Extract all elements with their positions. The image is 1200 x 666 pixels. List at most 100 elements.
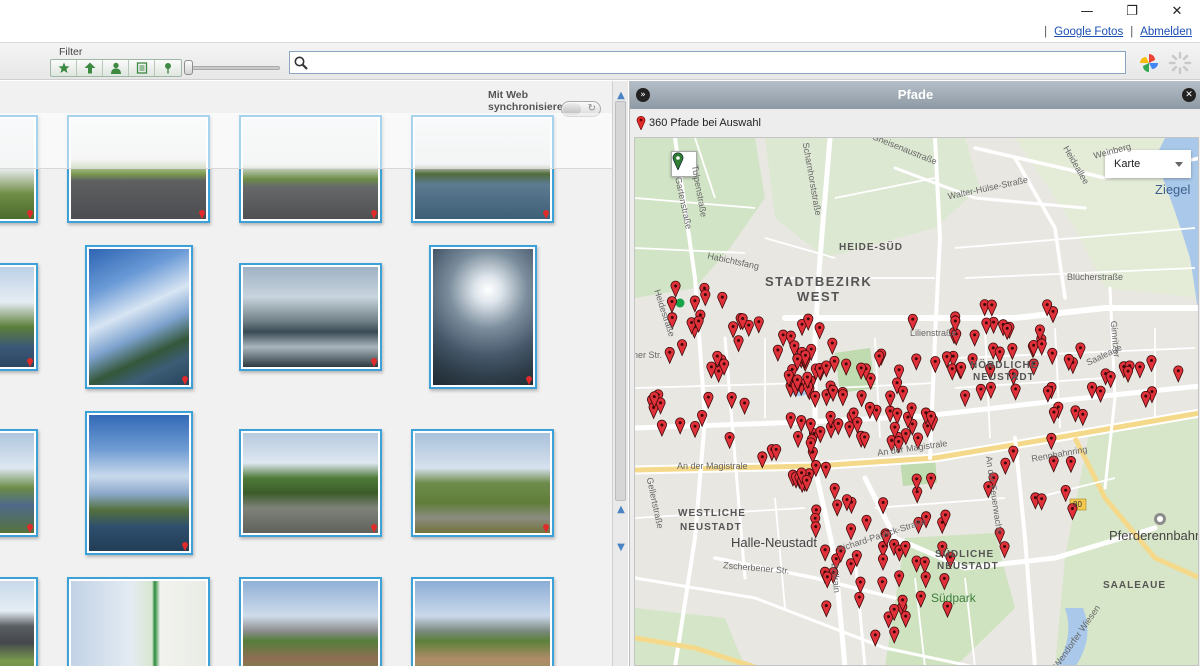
photo-thumbnail[interactable]	[85, 411, 193, 555]
photo-path-pin-dot	[857, 595, 861, 599]
google-photos-pinwheel-icon[interactable]	[1138, 52, 1160, 74]
photo-path-pin-dot	[1144, 394, 1148, 398]
photo-path-pin-dot	[897, 368, 901, 372]
gallery-scrollbar[interactable]: ▲ ▲ ▼	[612, 81, 628, 666]
photo-thumbnail[interactable]	[0, 429, 38, 537]
map-label: STADTBEZIRK	[765, 274, 873, 289]
photo-thumbnail[interactable]	[239, 115, 382, 223]
filter-star-button[interactable]	[51, 60, 77, 76]
filter-person-button[interactable]	[103, 60, 129, 76]
photo-path-pin-dot	[915, 477, 919, 481]
photo-path-pin-dot	[858, 580, 862, 584]
filter-upload-button[interactable]	[77, 60, 103, 76]
photo-path-pin-dot	[890, 438, 894, 442]
close-icon[interactable]: ✕	[1154, 0, 1200, 22]
photo-path-pin-dot	[1090, 385, 1094, 389]
map-view[interactable]: Karte STADTBEZIRK WEST HEIDE-SÜD NÖRDLIC…	[634, 137, 1199, 666]
photo-path-pin-dot	[906, 415, 910, 419]
photo-path-pin-dot	[983, 302, 987, 306]
photo-path-pin-dot	[877, 354, 881, 358]
photo-path-pin-dot	[1051, 309, 1055, 313]
photo-path-pin-dot	[897, 548, 901, 552]
abmelden-link[interactable]: Abmelden	[1140, 26, 1192, 38]
search-input[interactable]	[312, 54, 1112, 72]
photo-path-pin-dot	[836, 421, 840, 425]
photo-thumbnail[interactable]	[85, 245, 193, 389]
photo-thumbnail[interactable]	[0, 263, 38, 371]
slider-handle[interactable]	[184, 60, 193, 75]
photo-path-pin-dot	[945, 355, 949, 359]
location-pin-icon	[371, 210, 377, 219]
window-title-bar: — ❐ ✕	[0, 0, 1200, 22]
photo-path-pin-dot	[680, 343, 684, 347]
map-label: NÖRDLICHE	[970, 360, 1039, 371]
scroll-down-arrow-icon[interactable]: ▼	[613, 539, 629, 555]
photo-gallery[interactable]: Mit Web synchronisieren ↻	[0, 81, 612, 666]
photo-path-pin-dot	[700, 413, 704, 417]
main-toolbar: Filter	[0, 42, 1200, 80]
map-label: Halle-Neustadt	[731, 535, 817, 550]
photo-path-pin-dot	[787, 373, 791, 377]
close-panel-icon[interactable]: ✕	[1182, 88, 1196, 102]
photo-thumbnail[interactable]	[429, 245, 537, 389]
photo-path-pin-dot	[849, 562, 853, 566]
thumbnail-size-slider[interactable]	[186, 66, 280, 70]
photo-thumbnail[interactable]	[239, 263, 382, 371]
photo-path-pin-dot	[951, 354, 955, 358]
photo-path-pin-dot	[823, 548, 827, 552]
google-fotos-link[interactable]: Google Fotos	[1054, 26, 1123, 38]
photo-thumbnail[interactable]	[67, 115, 210, 223]
photo-path-pin-dot	[895, 411, 899, 415]
search-box[interactable]	[289, 51, 1126, 74]
photo-path-pin-dot	[940, 544, 944, 548]
map-label: Südpark	[931, 591, 976, 605]
photo-path-pin-dot	[1045, 303, 1049, 307]
location-pin-icon	[27, 210, 33, 219]
photo-thumbnail[interactable]	[239, 429, 382, 537]
map-label: NEUSTADT	[937, 561, 999, 572]
photo-path-pin-dot	[1126, 369, 1130, 373]
path-count-row: 360 Pfade bei Auswahl	[636, 115, 761, 130]
photo-path-pin-dot	[818, 429, 822, 433]
photo-path-pin-dot	[841, 393, 845, 397]
photo-thumbnail[interactable]	[411, 115, 554, 223]
photo-path-pin-dot	[863, 435, 867, 439]
photo-path-pin-dot	[1050, 351, 1054, 355]
photo-path-pin-dot	[945, 604, 949, 608]
scrollbar-thumb[interactable]	[615, 101, 626, 501]
photo-thumbnail[interactable]	[411, 577, 554, 666]
photo-path-pin-dot	[897, 574, 901, 578]
filter-video-button[interactable]	[129, 60, 155, 76]
photo-thumbnail[interactable]	[239, 577, 382, 666]
restore-icon[interactable]: ❐	[1109, 0, 1155, 22]
photo-path-pin-dot	[1005, 326, 1009, 330]
photo-path-pin-dot	[720, 295, 724, 299]
photo-path-pin-dot	[874, 408, 878, 412]
scroll-up-arrow-icon[interactable]: ▲	[613, 501, 629, 517]
photo-path-pin-dot	[881, 544, 885, 548]
photo-path-pin-dot	[910, 406, 914, 410]
photo-path-pin-dot	[814, 525, 818, 529]
photo-thumbnail[interactable]	[411, 429, 554, 537]
photo-path-pin-dot	[1052, 410, 1056, 414]
location-pin-icon	[543, 524, 549, 533]
photo-path-pin-dot	[796, 434, 800, 438]
photo-path-pin-dot	[911, 317, 915, 321]
photo-path-pin-dot	[824, 364, 828, 368]
photo-path-pin-dot	[914, 357, 918, 361]
filter-location-button[interactable]	[155, 60, 181, 76]
photo-path-pin-dot	[992, 320, 996, 324]
photo-path-pin-dot	[800, 322, 804, 326]
minimize-icon[interactable]: —	[1064, 0, 1110, 22]
photo-path-pin-dot	[887, 615, 891, 619]
location-pin-icon	[636, 115, 646, 130]
photo-path-pin-dot	[929, 414, 933, 418]
photo-thumbnail[interactable]	[0, 115, 38, 223]
photo-thumbnail[interactable]	[0, 577, 38, 666]
map-label: Blücherstraße	[1067, 272, 1124, 282]
sync-toggle[interactable]: ↻	[561, 101, 601, 117]
photo-path-pin-dot	[737, 339, 741, 343]
photo-thumbnail[interactable]	[67, 577, 210, 666]
photo-path-pin-dot	[809, 421, 813, 425]
photo-path-pin-dot	[859, 366, 863, 370]
